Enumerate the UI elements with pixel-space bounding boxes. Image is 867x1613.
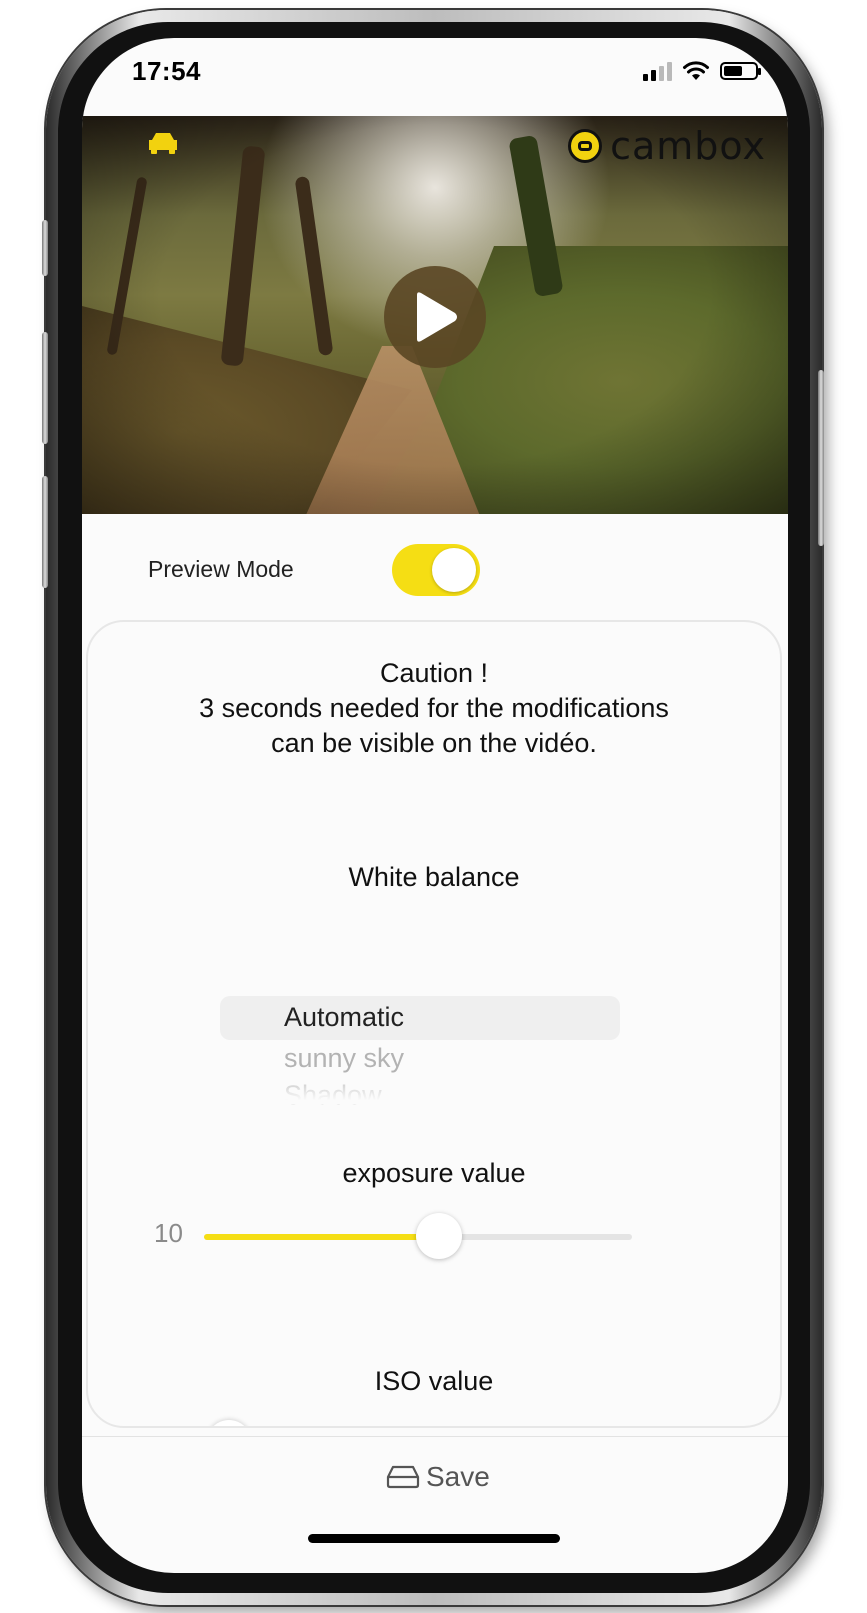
caution-body: 3 seconds needed for the modifications c… [199,693,669,758]
brand-logo: cambox [568,124,766,168]
white-balance-option-automatic[interactable]: Automatic [284,1002,404,1033]
toggle-knob [432,548,476,592]
phone-power-button [818,370,824,546]
iso-slider-thumb[interactable] [206,1420,252,1426]
camera-settings-panel[interactable]: Caution ! 3 seconds needed for the modifi… [86,620,782,1428]
phone-volume-up [42,332,48,444]
video-preview[interactable]: cambox [82,116,788,514]
exposure-slider[interactable] [204,1213,632,1259]
wifi-icon [683,61,709,80]
cellular-signal-icon [643,61,672,81]
exposure-slider-fill [204,1234,440,1240]
white-balance-title: White balance [348,862,520,892]
play-button[interactable] [384,266,486,368]
preview-mode-toggle[interactable] [392,544,480,596]
home-indicator[interactable] [308,1534,560,1543]
save-label: Save [426,1461,490,1492]
caution-heading: Caution ! [379,658,489,688]
save-button[interactable]: Save [386,1461,490,1493]
footer-bar: Save [82,1436,788,1537]
phone-mute-switch [42,220,48,276]
brand-mark-icon [568,129,603,163]
exposure-value: 10 [154,1218,183,1248]
exposure-slider-thumb[interactable] [416,1213,463,1259]
caution-message: Caution ! 3 seconds needed for the modifi… [88,656,780,761]
car-icon[interactable] [146,130,180,154]
storage-icon [386,1465,420,1489]
status-time: 17:54 [132,56,201,86]
brand-name: cambox [610,124,766,168]
preview-mode-label: Preview Mode [148,556,294,582]
play-icon [417,292,457,342]
app-screen: 17:54 cambox Preview Mode Caution ! 3 se… [82,38,788,1573]
battery-icon [720,62,761,80]
status-icons [643,60,761,82]
picker-fade [218,1080,628,1104]
phone-volume-down [42,476,48,588]
exposure-title: exposure value [342,1158,526,1188]
iso-title: ISO value [374,1366,494,1396]
picker-selection-highlight [220,996,620,1040]
white-balance-option-sunny-sky[interactable]: sunny sky [284,1043,404,1074]
